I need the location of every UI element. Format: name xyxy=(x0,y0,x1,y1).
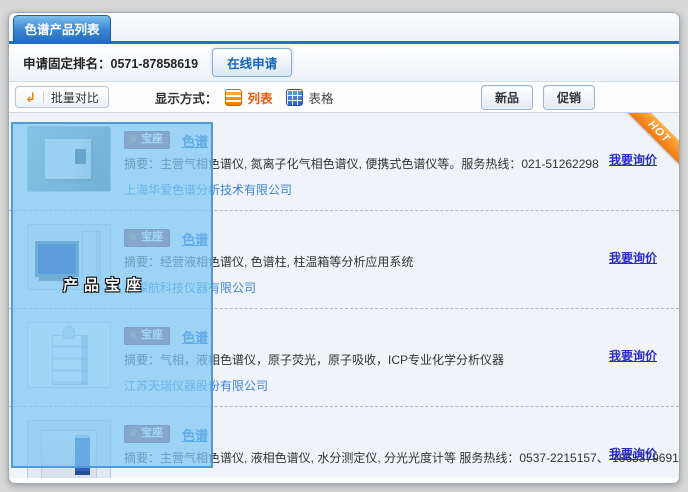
inquiry-link[interactable]: 我要询价 xyxy=(609,347,657,364)
inquiry-link[interactable]: 我要询价 xyxy=(609,445,657,462)
hot-ribbon-label: HOT xyxy=(625,113,679,167)
product-list-window: 色谱产品列表 申请固定排名：0571-87858619 在线申请 ↲ 批量对比 … xyxy=(8,12,680,484)
tab-strip: 色谱产品列表 xyxy=(9,13,679,44)
product-throne-label: 产品宝座 xyxy=(63,274,147,295)
new-products-button[interactable]: 新品 xyxy=(481,85,533,110)
filter-buttons: 新品 促销 xyxy=(481,85,595,110)
product-list: HOT ♕ 宝座 色谱 摘要：主营气相色谱仪, 氮离子化气相色谱仪, 便携式色谱… xyxy=(9,113,679,478)
list-view-icon[interactable] xyxy=(225,89,242,106)
fixed-rank-label: 申请固定排名：0571-87858619 xyxy=(23,53,198,72)
tab-chromatography-products[interactable]: 色谱产品列表 xyxy=(13,15,111,44)
online-apply-button[interactable]: 在线申请 xyxy=(212,48,292,77)
table-view-label[interactable]: 表格 xyxy=(308,88,333,107)
hot-ribbon: HOT xyxy=(625,113,679,167)
rank-subheader: 申请固定排名：0571-87858619 在线申请 xyxy=(9,44,679,82)
batch-compare-button[interactable]: ↲ 批量对比 xyxy=(15,86,109,108)
inquiry-link[interactable]: 我要询价 xyxy=(609,249,657,266)
table-view-icon[interactable] xyxy=(286,89,303,106)
button-divider xyxy=(43,91,44,103)
toolbar: ↲ 批量对比 显示方式： 列表 表格 新品 促销 xyxy=(9,82,679,113)
batch-compare-label: 批量对比 xyxy=(51,89,99,106)
promotions-button[interactable]: 促销 xyxy=(543,85,595,110)
product-throne-overlay: 产品宝座 xyxy=(11,122,213,468)
list-view-label[interactable]: 列表 xyxy=(247,88,272,107)
display-mode-label: 显示方式： xyxy=(155,88,218,107)
compare-arrow-icon: ↲ xyxy=(25,91,36,104)
